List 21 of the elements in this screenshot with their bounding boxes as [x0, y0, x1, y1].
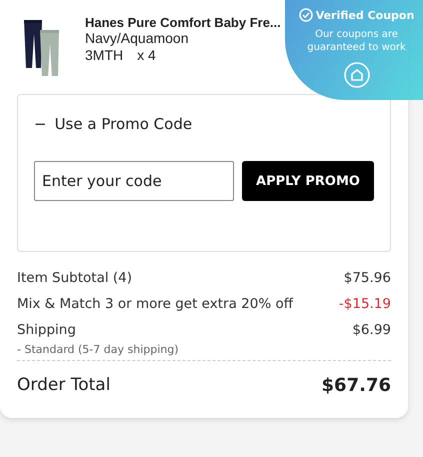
total-value: $67.76 [322, 375, 391, 396]
product-quantity: x 4 [137, 47, 156, 64]
badge-text: Our coupons are guaranteed to work [306, 28, 407, 54]
summary-value: -$15.19 [338, 296, 391, 312]
summary-label: Shipping [17, 322, 76, 338]
summary-label: Mix & Match 3 or more get extra 20% off [17, 296, 294, 312]
promo-code-field[interactable]: Enter your code [34, 161, 234, 201]
collapse-toggle[interactable]: − [34, 115, 47, 133]
product-color: Navy/Aquamoon [85, 30, 190, 47]
summary-label: Item Subtotal (4) [17, 270, 132, 286]
check-circle-icon [298, 8, 313, 22]
badge-title: Verified Coupon [316, 8, 414, 22]
product-size: 3MTH [85, 47, 124, 64]
summary-value: $6.99 [352, 322, 391, 338]
summary-value: $75.96 [344, 270, 391, 286]
shipping-note: - Standard (5-7 day shipping) [17, 343, 391, 361]
home-icon[interactable] [344, 62, 370, 88]
promo-title[interactable]: Use a Promo Code [54, 115, 192, 133]
total-label: Order Total [17, 375, 110, 396]
product-name: Hanes Pure Comfort Baby Fre... [85, 15, 281, 30]
apply-promo-button[interactable]: APPLY PROMO [242, 161, 374, 201]
